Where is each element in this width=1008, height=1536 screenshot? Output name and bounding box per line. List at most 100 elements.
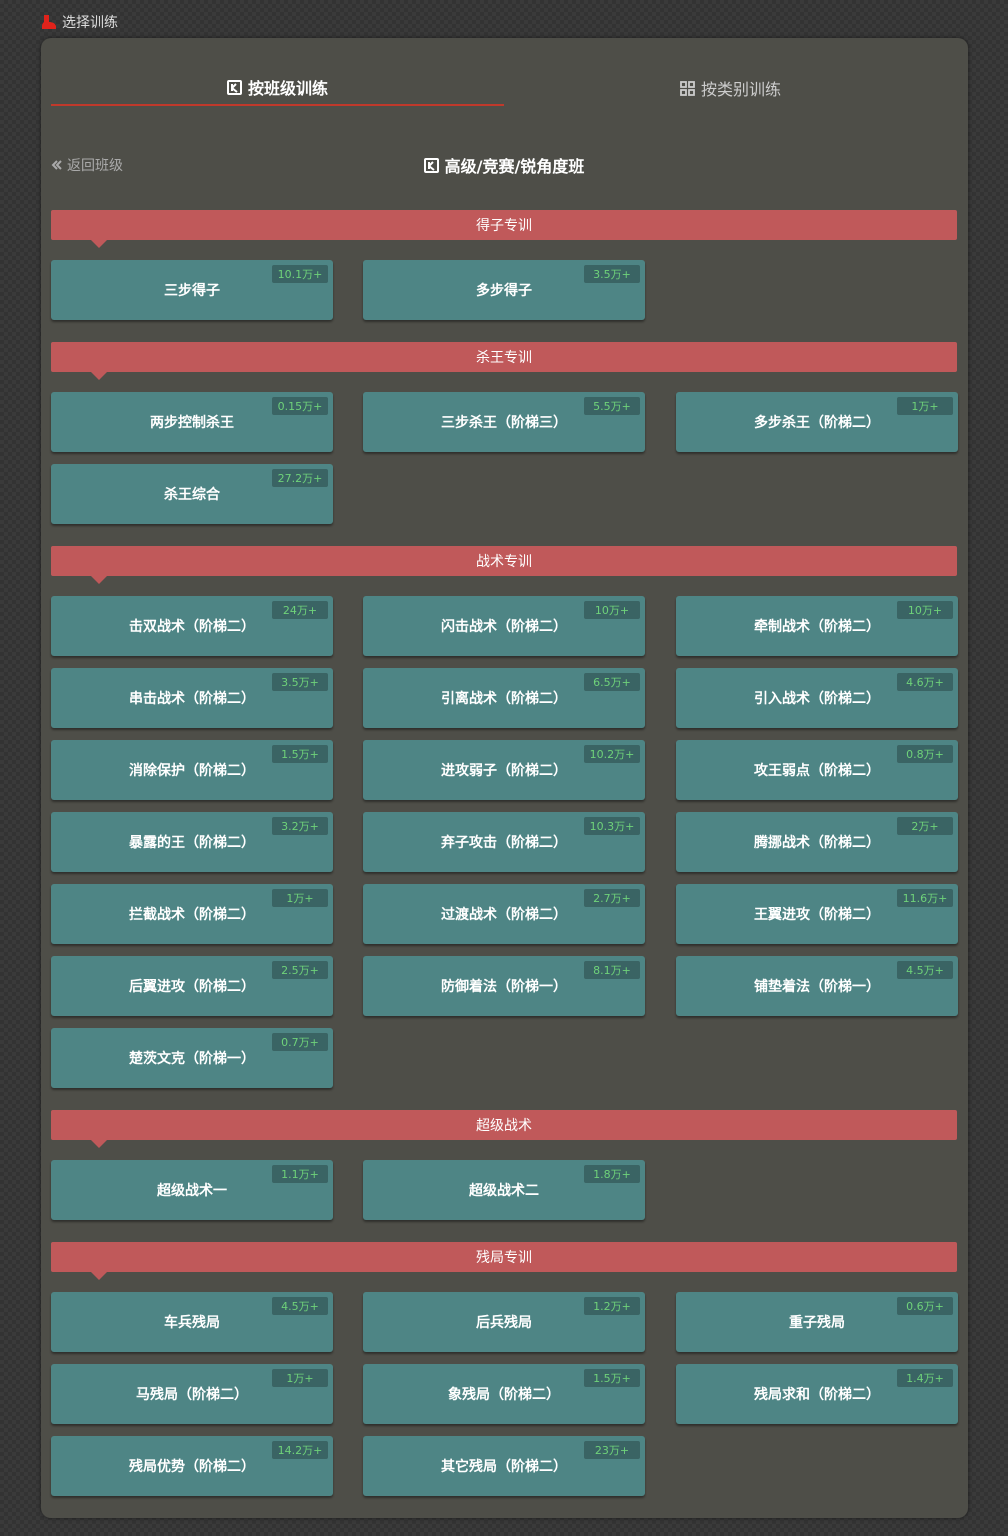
- count-badge: 1.1万+: [272, 1165, 328, 1183]
- training-name: 后兵残局: [476, 1315, 532, 1331]
- training-card[interactable]: 弃子攻击（阶梯二） 10.3万+: [363, 812, 645, 872]
- training-card[interactable]: 象残局（阶梯二） 1.5万+: [363, 1364, 645, 1424]
- count-badge: 0.7万+: [272, 1033, 328, 1051]
- count-badge: 6.5万+: [584, 673, 640, 691]
- training-name: 后翼进攻（阶梯二）: [129, 979, 255, 995]
- section-title: 杀王专训: [476, 350, 532, 366]
- count-badge: 1.2万+: [584, 1297, 640, 1315]
- section-pointer: [91, 576, 107, 584]
- training-card[interactable]: 牵制战术（阶梯二） 10万+: [676, 596, 958, 656]
- grid-icon: [680, 80, 695, 96]
- training-name: 王翼进攻（阶梯二）: [754, 907, 880, 923]
- count-badge: 1万+: [897, 397, 953, 415]
- training-card[interactable]: 超级战术一 1.1万+: [51, 1160, 333, 1220]
- count-badge: 1.8万+: [584, 1165, 640, 1183]
- count-badge: 27.2万+: [272, 469, 328, 487]
- training-card[interactable]: 残局优势（阶梯二） 14.2万+: [51, 1436, 333, 1496]
- section-pointer: [91, 1272, 107, 1280]
- training-card[interactable]: 超级战术二 1.8万+: [363, 1160, 645, 1220]
- training-name: 拦截战术（阶梯二）: [129, 907, 255, 923]
- section-pointer: [91, 372, 107, 380]
- training-card[interactable]: 多步杀王（阶梯二） 1万+: [676, 392, 958, 452]
- training-card[interactable]: 闪击战术（阶梯二） 10万+: [363, 596, 645, 656]
- training-name: 击双战术（阶梯二）: [129, 619, 255, 635]
- training-name: 楚茨文克（阶梯一）: [129, 1051, 255, 1067]
- training-name: 过渡战术（阶梯二）: [441, 907, 567, 923]
- training-card[interactable]: 消除保护（阶梯二） 1.5万+: [51, 740, 333, 800]
- training-card[interactable]: 楚茨文克（阶梯一） 0.7万+: [51, 1028, 333, 1088]
- training-card[interactable]: 腾挪战术（阶梯二） 2万+: [676, 812, 958, 872]
- training-card[interactable]: 王翼进攻（阶梯二） 11.6万+: [676, 884, 958, 944]
- training-name: 三步得子: [164, 283, 220, 299]
- count-badge: 10万+: [897, 601, 953, 619]
- training-card[interactable]: 三步杀王（阶梯三） 5.5万+: [363, 392, 645, 452]
- training-card[interactable]: 马残局（阶梯二） 1万+: [51, 1364, 333, 1424]
- training-name: 闪击战术（阶梯二）: [441, 619, 567, 635]
- training-name: 重子残局: [789, 1315, 845, 1331]
- training-card[interactable]: 后翼进攻（阶梯二） 2.5万+: [51, 956, 333, 1016]
- class-subheader: 返回班级 高级/竞赛/锐角度班: [51, 150, 957, 180]
- section-pointer: [91, 1140, 107, 1148]
- training-name: 残局求和（阶梯二）: [754, 1387, 880, 1403]
- class-icon: [423, 157, 439, 173]
- training-card[interactable]: 拦截战术（阶梯二） 1万+: [51, 884, 333, 944]
- training-name: 暴露的王（阶梯二）: [129, 835, 255, 851]
- training-name: 弃子攻击（阶梯二）: [441, 835, 567, 851]
- training-name: 象残局（阶梯二）: [448, 1387, 560, 1403]
- count-badge: 1万+: [272, 1369, 328, 1387]
- training-card[interactable]: 其它残局（阶梯二） 23万+: [363, 1436, 645, 1496]
- section-pointer: [91, 240, 107, 248]
- count-badge: 8.1万+: [584, 961, 640, 979]
- training-name: 引入战术（阶梯二）: [754, 691, 880, 707]
- class-title-text: 高级/竞赛/锐角度班: [444, 157, 585, 176]
- count-badge: 4.5万+: [272, 1297, 328, 1315]
- training-card[interactable]: 过渡战术（阶梯二） 2.7万+: [363, 884, 645, 944]
- training-card[interactable]: 进攻弱子（阶梯二） 10.2万+: [363, 740, 645, 800]
- training-card[interactable]: 后兵残局 1.2万+: [363, 1292, 645, 1352]
- training-name: 牵制战术（阶梯二）: [754, 619, 880, 635]
- training-name: 防御着法（阶梯一）: [441, 979, 567, 995]
- training-name: 三步杀王（阶梯三）: [441, 415, 567, 431]
- training-card[interactable]: 击双战术（阶梯二） 24万+: [51, 596, 333, 656]
- tab-by-category[interactable]: 按类别训练: [504, 70, 957, 106]
- training-card[interactable]: 攻王弱点（阶梯二） 0.8万+: [676, 740, 958, 800]
- count-badge: 0.15万+: [272, 397, 328, 415]
- training-card[interactable]: 多步得子 3.5万+: [363, 260, 645, 320]
- training-card[interactable]: 三步得子 10.1万+: [51, 260, 333, 320]
- training-card[interactable]: 杀王综合 27.2万+: [51, 464, 333, 524]
- count-badge: 1万+: [272, 889, 328, 907]
- training-name: 引离战术（阶梯二）: [441, 691, 567, 707]
- page-heading: 选择训练: [62, 15, 118, 31]
- training-card[interactable]: 重子残局 0.6万+: [676, 1292, 958, 1352]
- training-card[interactable]: 铺垫着法（阶梯一） 4.5万+: [676, 956, 958, 1016]
- count-badge: 10.2万+: [584, 745, 640, 763]
- training-card[interactable]: 残局求和（阶梯二） 1.4万+: [676, 1364, 958, 1424]
- section-header: 战术专训: [51, 546, 957, 584]
- training-name: 马残局（阶梯二）: [136, 1387, 248, 1403]
- count-badge: 5.5万+: [584, 397, 640, 415]
- training-name: 消除保护（阶梯二）: [129, 763, 255, 779]
- count-badge: 2.7万+: [584, 889, 640, 907]
- training-card[interactable]: 引入战术（阶梯二） 4.6万+: [676, 668, 958, 728]
- count-badge: 1.5万+: [272, 745, 328, 763]
- training-name: 攻王弱点（阶梯二）: [754, 763, 880, 779]
- count-badge: 23万+: [584, 1441, 640, 1459]
- count-badge: 3.5万+: [584, 265, 640, 283]
- training-card[interactable]: 车兵残局 4.5万+: [51, 1292, 333, 1352]
- count-badge: 4.5万+: [897, 961, 953, 979]
- tab-by-class[interactable]: 按班级训练: [51, 70, 504, 106]
- section-title: 超级战术: [476, 1118, 532, 1134]
- training-panel: 按班级训练 按类别训练 返回班级 高级/竞赛/锐角度班 得子专训 三步得子 10…: [41, 38, 968, 1518]
- training-name: 两步控制杀王: [150, 415, 234, 431]
- training-card[interactable]: 串击战术（阶梯二） 3.5万+: [51, 668, 333, 728]
- training-card[interactable]: 暴露的王（阶梯二） 3.2万+: [51, 812, 333, 872]
- training-name: 铺垫着法（阶梯一）: [754, 979, 880, 995]
- count-badge: 10.1万+: [272, 265, 328, 283]
- count-badge: 1.4万+: [897, 1369, 953, 1387]
- training-name: 超级战术二: [469, 1183, 539, 1199]
- training-card[interactable]: 引离战术（阶梯二） 6.5万+: [363, 668, 645, 728]
- training-card[interactable]: 两步控制杀王 0.15万+: [51, 392, 333, 452]
- tab-label: 按班级训练: [247, 79, 328, 98]
- count-badge: 0.8万+: [897, 745, 953, 763]
- training-card[interactable]: 防御着法（阶梯一） 8.1万+: [363, 956, 645, 1016]
